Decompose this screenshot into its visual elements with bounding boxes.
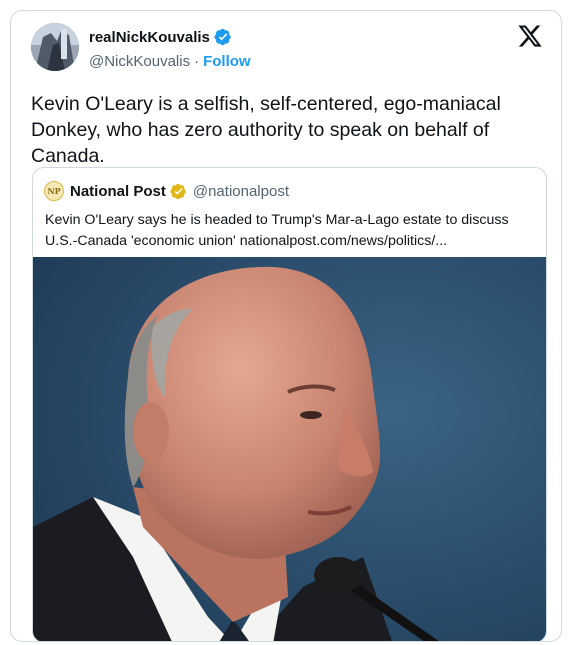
tweet-text: Kevin O'Leary is a selfish, self-centere… — [31, 93, 501, 167]
author-avatar[interactable] — [31, 23, 79, 71]
follow-button[interactable]: Follow — [203, 53, 251, 70]
quoted-tweet[interactable]: NP National Post @nationalpost Kevin O'L… — [32, 167, 547, 642]
author-display-name[interactable]: realNickKouvalis — [89, 29, 210, 46]
tweet-header: realNickKouvalis @NickKouvalis · Follow — [31, 23, 543, 73]
quoted-author-handle: @nationalpost — [192, 182, 289, 200]
x-logo-icon[interactable] — [517, 23, 543, 49]
verified-badge-icon — [214, 28, 231, 46]
quoted-tweet-photo[interactable] — [33, 257, 547, 642]
tweet-embed-card: realNickKouvalis @NickKouvalis · Follow … — [10, 10, 562, 642]
handle-separator: · — [194, 52, 200, 70]
quoted-tweet-text: Kevin O'Leary says he is headed to Trump… — [45, 212, 509, 249]
quoted-tweet-header: NP National Post @nationalpost — [44, 181, 289, 201]
author-names: realNickKouvalis @NickKouvalis · Follow — [89, 27, 251, 71]
quoted-author-name: National Post — [70, 182, 166, 200]
author-handle[interactable]: @NickKouvalis — [89, 53, 190, 70]
quoted-logo-text: NP — [47, 186, 61, 196]
gold-verified-badge-icon — [170, 183, 186, 199]
quoted-author-avatar: NP — [44, 181, 64, 201]
